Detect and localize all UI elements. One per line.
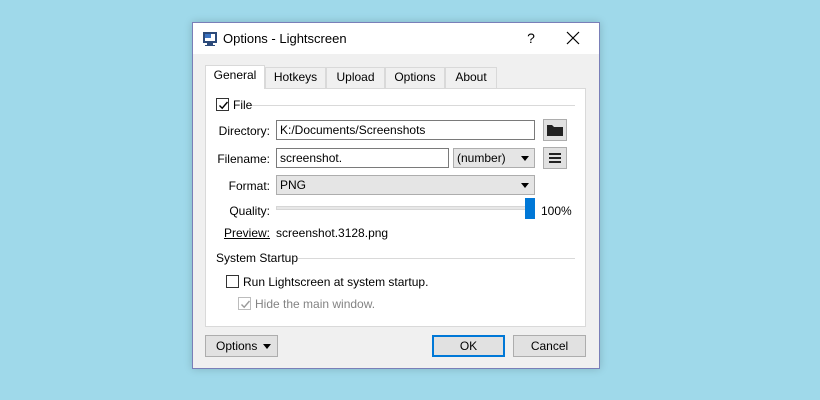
quality-slider-thumb[interactable] [525, 198, 535, 219]
tab-upload-label: Upload [336, 70, 375, 84]
startup-group-label: System Startup [216, 251, 299, 265]
chevron-down-icon [521, 156, 529, 161]
naming-options-button[interactable] [543, 147, 567, 169]
tab-hotkeys[interactable]: Hotkeys [265, 67, 326, 88]
hide-window-checkbox[interactable] [238, 297, 251, 310]
directory-label: Directory: [218, 124, 270, 138]
menu-icon [549, 153, 561, 163]
options-menu-label: Options [216, 339, 258, 353]
directory-input[interactable]: K:/Documents/Screenshots [276, 120, 535, 140]
lightscreen-app-icon [203, 32, 217, 46]
options-menu-button[interactable]: Options [205, 335, 278, 357]
preview-link[interactable]: Preview: [206, 226, 270, 240]
hide-window-label: Hide the main window. [255, 297, 376, 311]
tab-general-label: General [213, 68, 257, 82]
format-select-value: PNG [280, 178, 307, 192]
quality-label: Quality: [229, 204, 270, 218]
format-label: Format: [228, 179, 270, 193]
file-group-label: File [233, 98, 253, 112]
window-title: Options - Lightscreen [223, 31, 347, 46]
preview-filename: screenshot.3128.png [276, 226, 389, 240]
close-icon[interactable] [564, 29, 582, 47]
checkmark-icon [241, 300, 251, 309]
options-dialog: Options - Lightscreen ? General Hotkeys … [192, 22, 600, 369]
format-select[interactable]: PNG [276, 175, 535, 195]
caret-down-icon [263, 344, 271, 349]
help-button[interactable]: ? [523, 30, 539, 48]
tab-options[interactable]: Options [385, 67, 445, 88]
filename-input[interactable]: screenshot. [276, 148, 449, 168]
file-group-divider [252, 105, 575, 106]
tab-general[interactable]: General [205, 65, 265, 89]
chevron-down-icon [521, 183, 529, 188]
browse-directory-button[interactable] [543, 119, 567, 141]
ok-button[interactable]: OK [432, 335, 505, 357]
quality-slider-track[interactable] [276, 206, 535, 210]
general-tab-panel: File Directory: K:/Documents/Screenshots… [205, 88, 586, 327]
naming-select-value: (number) [457, 151, 506, 165]
checkmark-icon [219, 101, 229, 110]
file-checkbox[interactable] [216, 98, 229, 111]
filename-label: Filename: [217, 152, 270, 166]
run-at-startup-checkbox[interactable] [226, 275, 239, 288]
folder-icon [547, 125, 563, 136]
tab-upload[interactable]: Upload [326, 67, 385, 88]
quality-value: 100% [541, 204, 572, 218]
run-at-startup-label: Run Lightscreen at system startup. [243, 275, 429, 289]
naming-select[interactable]: (number) [453, 148, 535, 168]
title-bar[interactable]: Options - Lightscreen ? [193, 23, 599, 54]
tab-options-label: Options [394, 70, 436, 84]
tab-hotkeys-label: Hotkeys [273, 70, 318, 84]
tab-about[interactable]: About [445, 67, 497, 88]
tab-about-label: About [455, 70, 487, 84]
startup-group-divider [298, 258, 575, 259]
cancel-button[interactable]: Cancel [513, 335, 586, 357]
